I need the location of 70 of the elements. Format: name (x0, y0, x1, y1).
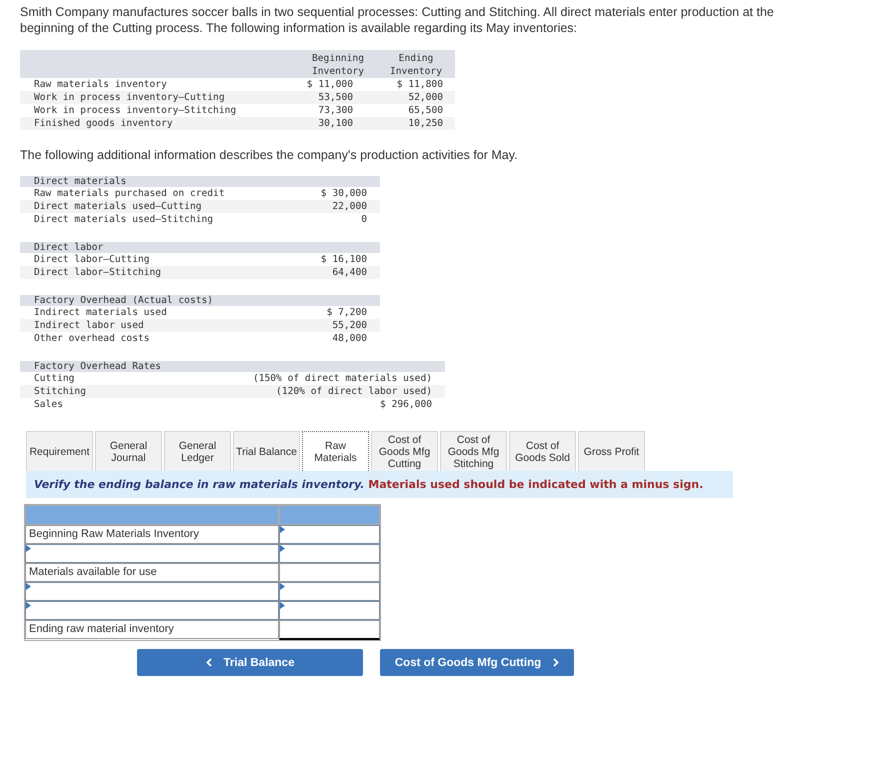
table-cell-text: 52,000 (407, 91, 444, 104)
row-label: Work in process inventory—Cutting (34, 91, 226, 104)
table-cell-text: 64,400 (331, 266, 368, 279)
additional-info-text: The following additional information describes the company's production activities for May. (20, 147, 519, 163)
dropdown-marker-icon (26, 545, 31, 552)
amount-input[interactable] (279, 601, 380, 620)
tab[interactable]: Raw Materials (302, 431, 369, 471)
table-cell-text: $ 30,000 (320, 187, 368, 200)
tab[interactable]: General Journal (95, 431, 162, 471)
intro-text: Smith Company manufactures soccer balls in two sequential processes: Cutting and Stitching. All direct materials enter production at the beginning of the Cutting process. The following information is available regarding its May inventories: (20, 4, 775, 36)
back-button[interactable]: Trial Balance (137, 649, 363, 676)
tab[interactable]: Cost of Goods Sold (509, 431, 576, 471)
row-label: Beginning Raw Materials Inventory (25, 525, 279, 544)
section-title: Factory Overhead (Actual costs) (34, 295, 214, 306)
row-label: Raw materials purchased on credit (34, 187, 225, 200)
row-label: Direct materials used—Cutting (34, 200, 202, 213)
row-label: Indirect labor used (34, 319, 145, 332)
column-header: Beginning Inventory (311, 52, 365, 78)
row-label: Direct labor—Stitching (34, 266, 162, 279)
amount-input[interactable] (279, 525, 380, 544)
row-label: Other overhead costs (34, 332, 151, 345)
chevron-right-icon (553, 658, 560, 667)
table-cell-text: $ 11,000 (306, 78, 354, 91)
row-label: Sales (34, 398, 64, 411)
table-cell-text: 10,250 (407, 117, 444, 130)
amount-input[interactable] (279, 544, 380, 563)
dropdown-marker-icon (26, 583, 31, 590)
table-cell-text: 0 (360, 213, 368, 226)
row-label: Indirect materials used (34, 306, 167, 319)
row-label: Cutting (34, 372, 76, 385)
section-title: Factory Overhead Rates (34, 361, 162, 372)
row-label: Work in process inventory—Stitching (34, 104, 238, 117)
amount-input[interactable] (279, 620, 380, 640)
row-label: Direct materials used—Stitching (34, 213, 214, 226)
account-select[interactable] (25, 582, 279, 601)
table-cell-text: 55,200 (331, 319, 368, 332)
section-title: Direct materials (34, 176, 128, 187)
tab[interactable]: Cost of Goods Mfg Cutting (371, 431, 438, 471)
section-title: Direct labor (34, 242, 104, 253)
table-cell-text: $ 7,200 (326, 306, 368, 319)
tab[interactable]: Gross Profit (578, 431, 645, 471)
dropdown-marker-icon (26, 602, 31, 609)
instruction-text: Verify the ending balance in raw materials inventory. Materials used should be indicated with a minus sign. (26, 471, 733, 498)
row-label: Stitching (34, 385, 87, 398)
table-cell-text: 30,100 (317, 117, 354, 130)
row-label: Materials available for use (25, 563, 279, 582)
row-label: Finished goods inventory (34, 117, 174, 130)
row-label: Raw materials inventory (34, 78, 168, 91)
table-cell-text: $ 11,800 (396, 78, 444, 91)
row-label: Ending raw material inventory (25, 620, 279, 639)
tab[interactable]: Trial Balance (233, 431, 300, 471)
table-cell-text: $ 296,000 (379, 398, 433, 411)
tab[interactable]: General Ledger (164, 431, 231, 471)
tab[interactable]: Requirement (26, 431, 93, 471)
tab[interactable]: Cost of Goods Mfg Stitching (440, 431, 507, 471)
amount-input[interactable] (279, 582, 380, 601)
table-cell-text: $ 16,100 (320, 253, 368, 266)
row-label: Direct labor—Cutting (34, 253, 151, 266)
amount-input[interactable] (279, 563, 380, 582)
table-cell-text: (150% of direct materials used) (252, 372, 433, 385)
table-cell-text: 65,500 (407, 104, 444, 117)
table-cell-text: 53,500 (317, 91, 354, 104)
table-cell-text: (120% of direct labor used) (275, 385, 433, 398)
chevron-left-icon (206, 658, 212, 667)
column-header: Ending Inventory (389, 52, 443, 78)
next-button[interactable]: Cost of Goods Mfg Cutting (380, 649, 574, 676)
table-cell-text: 48,000 (331, 332, 368, 345)
account-select[interactable] (25, 544, 279, 563)
table-cell-text: 73,300 (317, 104, 354, 117)
table-cell-text: 22,000 (331, 200, 368, 213)
